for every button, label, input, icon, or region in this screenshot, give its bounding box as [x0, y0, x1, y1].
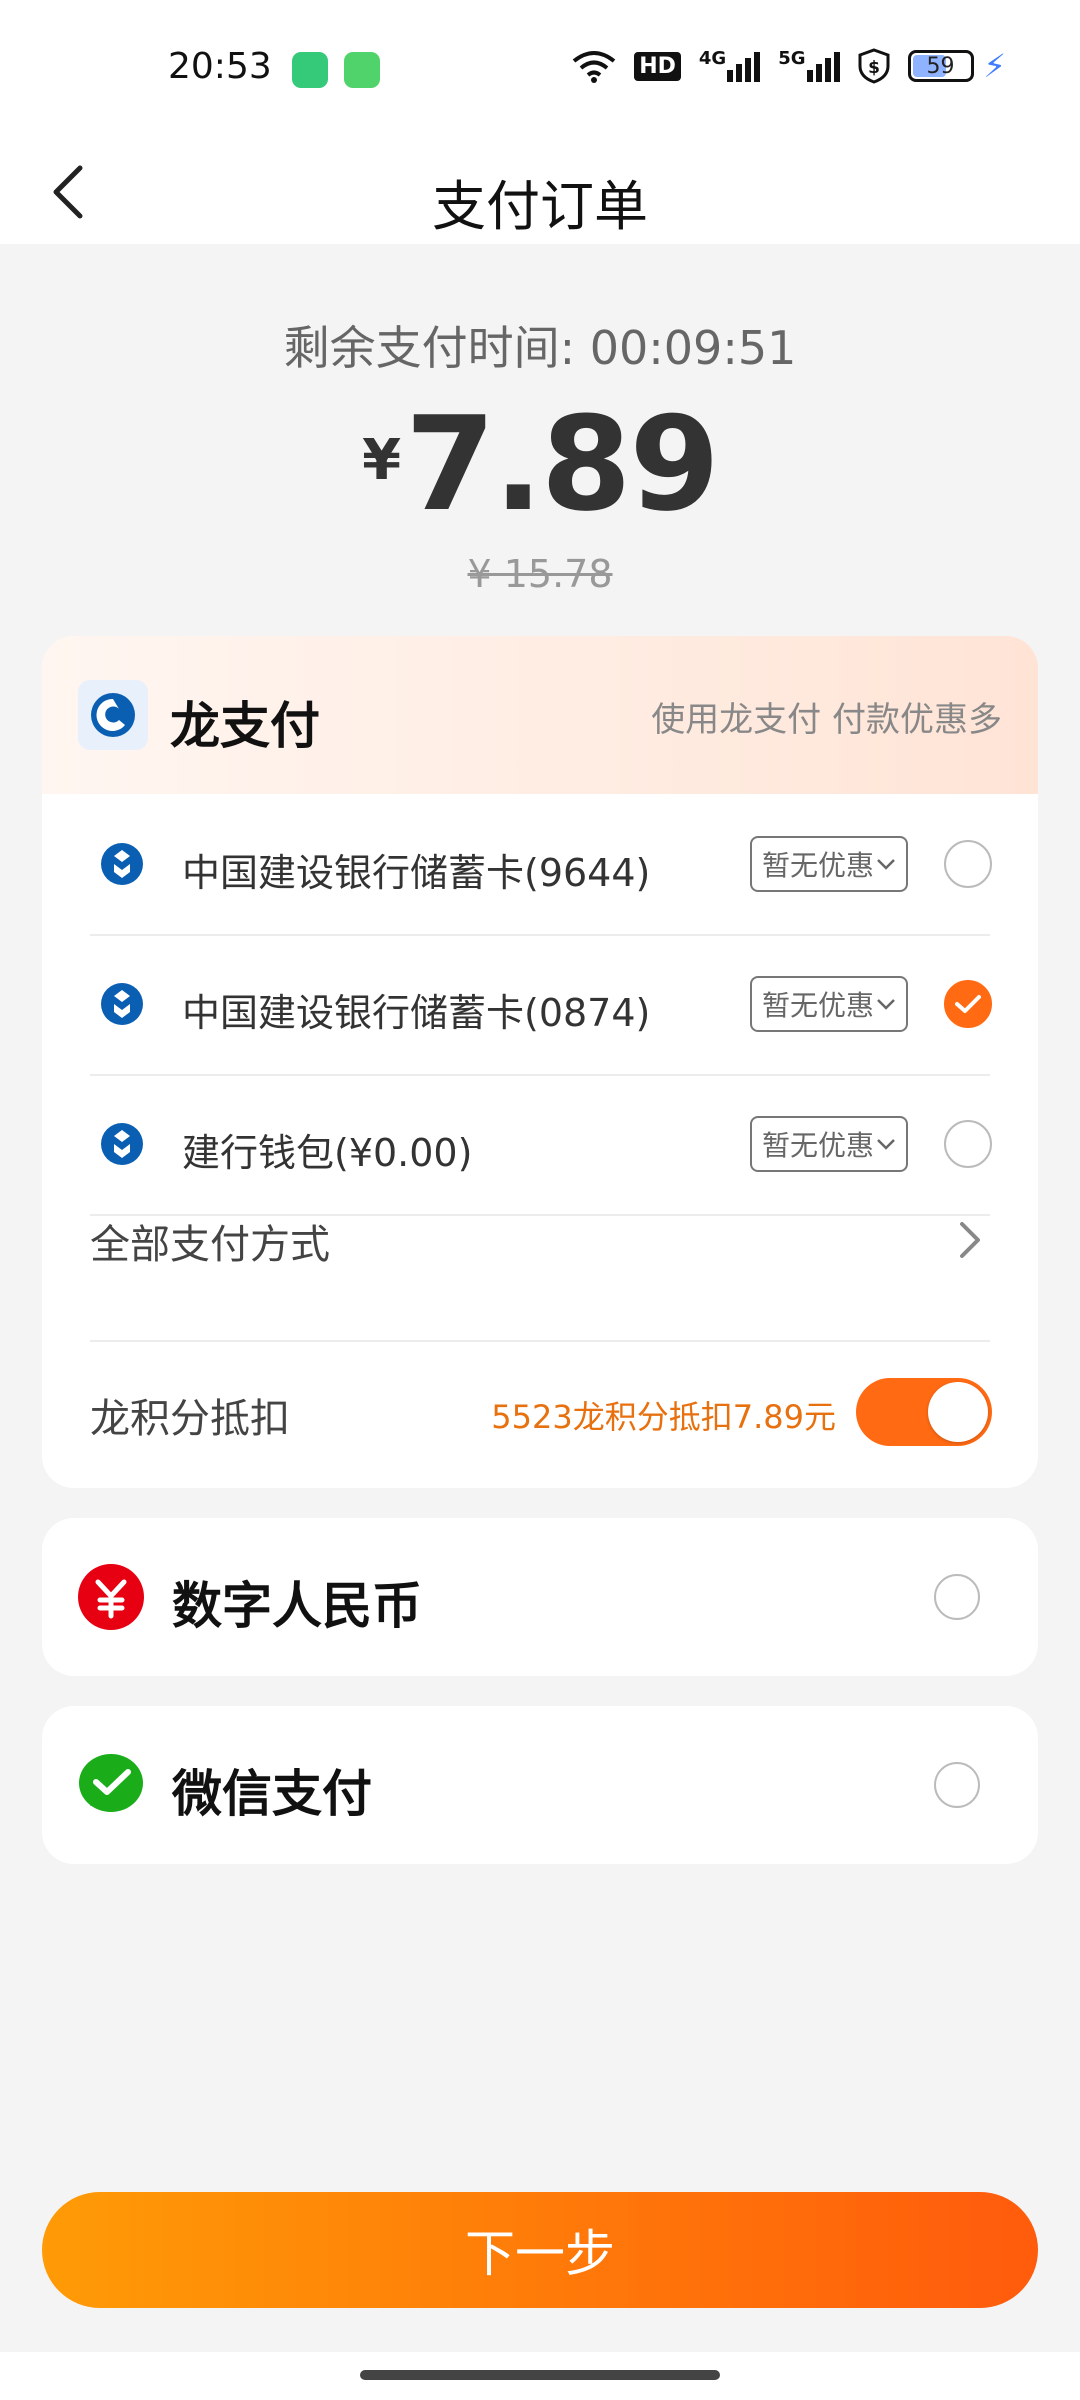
charging-icon: ⚡: [983, 47, 1006, 85]
ecny-icon: [76, 1562, 146, 1632]
wechat-pay-icon: [76, 1750, 146, 1820]
method-radio-selected[interactable]: [944, 980, 992, 1028]
promo-dropdown[interactable]: 暂无优惠: [750, 1116, 908, 1172]
long-pay-logo-icon: [78, 680, 148, 750]
system-home-bar: [0, 2352, 1080, 2400]
wifi-icon: [572, 48, 616, 84]
payment-method-row[interactable]: 建行钱包(¥0.00) 暂无优惠: [42, 1074, 1038, 1214]
ecny-pay-option[interactable]: 数字人民币: [42, 1518, 1038, 1676]
long-pay-header: 龙支付 使用龙支付 付款优惠多: [42, 636, 1038, 794]
next-step-button[interactable]: 下一步: [42, 2192, 1038, 2308]
home-indicator[interactable]: [360, 2370, 720, 2380]
header: 支付订单: [0, 140, 1080, 244]
all-payment-methods-link[interactable]: 全部支付方式: [90, 1212, 330, 1270]
currency-symbol: ¥: [362, 428, 402, 493]
ecny-radio[interactable]: [934, 1574, 980, 1620]
payment-method-row[interactable]: 中国建设银行储蓄卡(0874) 暂无优惠: [42, 934, 1038, 1074]
status-bar: 20:53 HD 4G 5G $ 59 ⚡: [0, 0, 1080, 140]
payment-method-label: 中国建设银行储蓄卡(0874): [182, 991, 651, 1035]
points-toggle[interactable]: [856, 1378, 992, 1446]
payment-amount: ¥7.89: [0, 388, 1080, 540]
payment-method-label: 中国建设银行储蓄卡(9644): [182, 851, 651, 895]
payment-timer: 剩余支付时间: 00:09:51: [0, 312, 1080, 378]
chevron-down-icon: [877, 999, 895, 1010]
promo-dropdown[interactable]: 暂无优惠: [750, 836, 908, 892]
long-pay-card: 龙支付 使用龙支付 付款优惠多 中国建设银行储蓄卡(9644) 暂无优惠 中国建…: [42, 636, 1038, 1488]
shield-dollar-icon: $: [858, 48, 890, 84]
long-pay-promo: 使用龙支付 付款优惠多: [651, 700, 1002, 740]
status-icons: HD 4G 5G $ 59 ⚡: [572, 47, 1006, 85]
divider: [90, 1340, 990, 1342]
wechat-pay-option[interactable]: 微信支付: [42, 1706, 1038, 1864]
wechat-pay-label: 微信支付: [172, 1765, 372, 1823]
method-radio[interactable]: [944, 840, 992, 888]
amount-value: 7.89: [405, 388, 720, 540]
toggle-knob: [928, 1382, 988, 1442]
battery-app-icon: [292, 52, 328, 88]
points-deduction-label: 龙积分抵扣: [90, 1396, 290, 1442]
signal-5g-icon: 5G: [778, 48, 840, 84]
chevron-down-icon: [877, 1139, 895, 1150]
ccb-logo-icon: [101, 983, 143, 1025]
page-title: 支付订单: [432, 175, 648, 238]
battery-icon: 59: [907, 50, 974, 82]
original-price: ¥ 15.78: [467, 552, 613, 596]
payment-method-row[interactable]: 中国建设银行储蓄卡(9644) 暂无优惠: [42, 794, 1038, 934]
method-radio[interactable]: [944, 1120, 992, 1168]
wechat-pay-radio[interactable]: [934, 1762, 980, 1808]
ecny-label: 数字人民币: [172, 1577, 422, 1635]
promo-dropdown[interactable]: 暂无优惠: [750, 976, 908, 1032]
status-time: 20:53: [168, 46, 272, 87]
svg-text:$: $: [868, 58, 880, 78]
ccb-logo-icon: [101, 1123, 143, 1165]
chevron-right-icon[interactable]: [950, 1220, 990, 1260]
ccb-logo-icon: [101, 843, 143, 885]
check-icon: [955, 995, 981, 1013]
chevron-down-icon: [877, 859, 895, 870]
signal-4g-icon: 4G: [699, 48, 761, 84]
timer-label: 剩余支付时间:: [283, 321, 576, 375]
timer-value: 00:09:51: [589, 321, 797, 375]
long-pay-title: 龙支付: [170, 697, 320, 755]
payment-method-label: 建行钱包(¥0.00): [182, 1131, 473, 1175]
message-app-icon: [344, 52, 380, 88]
points-deduction-text: 5523龙积分抵扣7.89元: [491, 1398, 836, 1436]
hd-icon: HD: [634, 48, 681, 84]
